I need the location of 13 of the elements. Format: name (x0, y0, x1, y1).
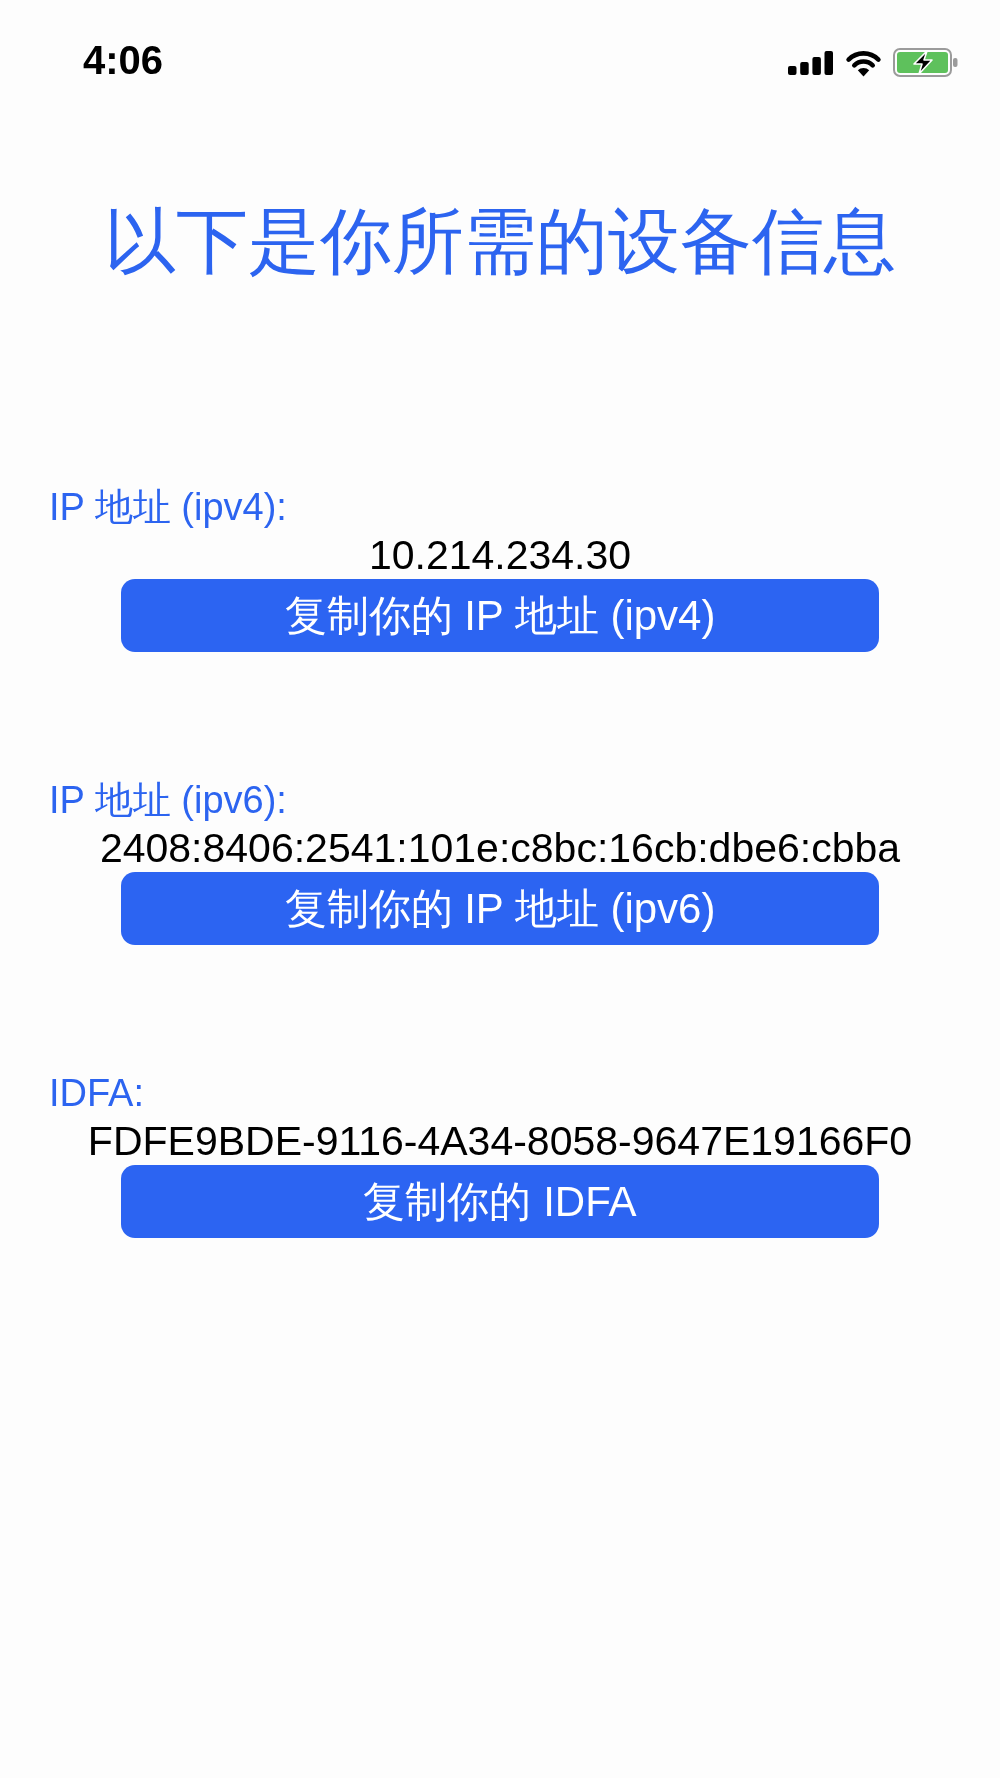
copy-button[interactable]: 复制你的 IP 地址 (ipv6) (121, 872, 879, 945)
info-value: 2408:8406:2541:101e:c8bc:16cb:dbe6:cbba (99, 825, 901, 871)
copy-button[interactable]: 复制你的 IDFA (121, 1165, 879, 1238)
info-value: 10.214.234.30 (368, 532, 632, 578)
page-title: 以下是你所需的设备信息 (104, 200, 896, 283)
signal-icon (788, 50, 833, 75)
copy-button[interactable]: 复制你的 IP 地址 (ipv4) (121, 579, 879, 652)
field-label: IDFA: (49, 1071, 145, 1116)
wifi-icon (845, 48, 882, 77)
info-value: FDFE9BDE-9116-4A34-8058-9647E19166F0 (87, 1118, 913, 1164)
field-label: IP 地址 (ipv4): (49, 485, 287, 530)
field-label: IP 地址 (ipv6): (49, 778, 287, 823)
status-time: 4:06 (83, 37, 164, 83)
